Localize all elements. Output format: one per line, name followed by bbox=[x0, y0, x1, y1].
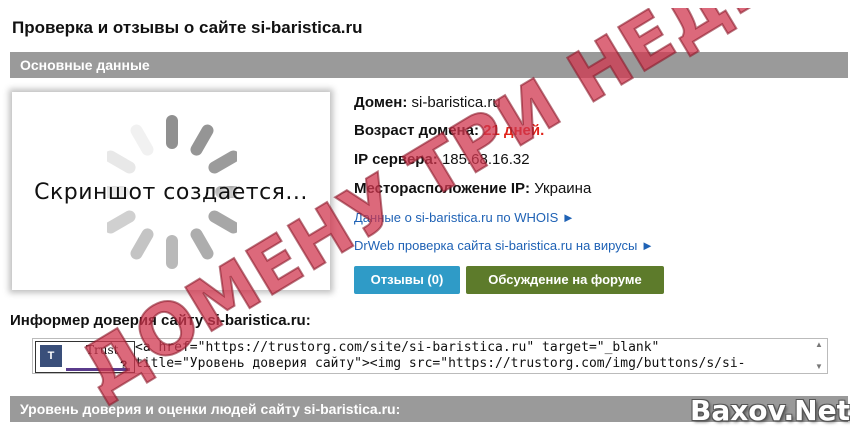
domain-age-label: Возраст домена: bbox=[354, 122, 479, 139]
screenshot-caption: Скриншот создается... bbox=[34, 180, 308, 205]
screenshot-placeholder: Скриншот создается... bbox=[12, 92, 330, 290]
drweb-link[interactable]: DrWeb проверка сайта si-baristica.ru на … bbox=[354, 238, 654, 253]
reviews-button[interactable]: Отзывы (0) bbox=[354, 266, 460, 294]
server-ip-row: IP сервера: 185.68.16.32 bbox=[354, 151, 530, 168]
informer-code-textarea[interactable]: T Trust ? <a href="https://trustorg.com/… bbox=[32, 338, 828, 374]
trust-badge-word: Trust bbox=[86, 343, 119, 357]
textarea-scrollbar[interactable]: ▲ ▼ bbox=[815, 341, 825, 371]
whois-link[interactable]: Данные о si-baristica.ru по WHOIS ► bbox=[354, 210, 575, 225]
server-ip-label: IP сервера: bbox=[354, 151, 438, 168]
ip-location-label: Месторасположение IP: bbox=[354, 180, 531, 197]
forum-discussion-button[interactable]: Обсуждение на форуме bbox=[466, 266, 664, 294]
ip-location-row: Месторасположение IP: Украина bbox=[354, 180, 591, 197]
domain-value: si-baristica.ru bbox=[411, 94, 501, 111]
domain-age-row: Возраст домена: 21 дней. bbox=[354, 122, 544, 139]
domain-row: Домен: si-baristica.ru bbox=[354, 94, 501, 111]
scroll-up-icon[interactable]: ▲ bbox=[815, 341, 823, 349]
trust-badge-bar bbox=[66, 368, 130, 371]
page-title: Проверка и отзывы о сайте si-baristica.r… bbox=[12, 18, 363, 37]
site-watermark: Baxov.Net bbox=[690, 394, 850, 427]
trust-shield-icon: T bbox=[40, 345, 62, 367]
trust-badge: T Trust ? bbox=[35, 341, 135, 373]
scroll-down-icon[interactable]: ▼ bbox=[815, 363, 823, 371]
domain-age-value: 21 дней. bbox=[483, 122, 545, 139]
domain-label: Домен: bbox=[354, 94, 408, 111]
informer-code-line-2: title="Уровень доверия сайту"><img src="… bbox=[135, 356, 746, 371]
server-ip-value: 185.68.16.32 bbox=[441, 151, 530, 168]
ip-location-value: Украина bbox=[534, 180, 592, 197]
informer-label: Информер доверия сайту si-baristica.ru: bbox=[10, 312, 311, 329]
section-basic-data: Основные данные bbox=[10, 52, 848, 78]
informer-code: <a href="https://trustorg.com/site/si-ba… bbox=[135, 340, 745, 372]
informer-code-line-1: <a href="https://trustorg.com/site/si-ba… bbox=[135, 340, 660, 355]
